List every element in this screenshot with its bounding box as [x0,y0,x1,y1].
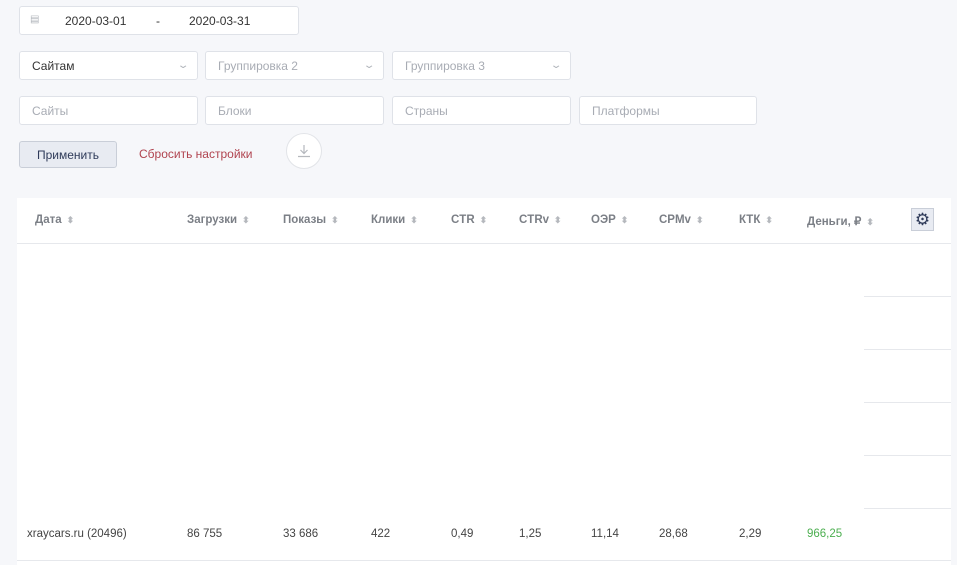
sort-icon[interactable]: ⬍ [480,215,488,225]
platforms-filter-input[interactable]: Платформы [579,96,757,125]
sort-icon[interactable]: ⬍ [765,215,773,225]
cell-ctr: 0,49 [451,528,474,540]
calendar-icon: ▤ [30,14,40,25]
divider [864,402,951,403]
cell-ktk: 2,29 [739,528,762,540]
cell-clicks: 422 [371,528,391,540]
sort-icon[interactable]: ⬍ [866,217,874,227]
grouping-1-value: Сайтам [32,58,75,73]
grouping-1-select[interactable]: Сайтам ⌄ [19,51,198,80]
cell-impressions: 33 686 [283,528,319,540]
column-cpmv[interactable]: CPMv ⬍ [659,214,704,226]
divider [864,296,951,297]
date-range-picker[interactable]: ▤ 2020-03-01 - 2020-03-31 [19,6,299,35]
column-oer[interactable]: ОЭР ⬍ [591,214,628,226]
column-ktk[interactable]: КТК ⬍ [739,214,773,226]
grouping-2-select[interactable]: Группировка 2 ⌄ [205,51,384,80]
chevron-down-icon: ⌄ [176,60,190,71]
column-clicks[interactable]: Клики ⬍ [371,214,418,226]
sites-filter-input[interactable]: Сайты [19,96,198,125]
divider [864,349,951,350]
grouping-3-placeholder: Группировка 3 [405,58,485,73]
cell-oer: 11,14 [591,528,619,540]
countries-filter-input[interactable]: Страны [392,96,571,125]
gear-icon: ⚙ [914,210,931,229]
grouping-3-select[interactable]: Группировка 3 ⌄ [392,51,571,80]
grouping-2-placeholder: Группировка 2 [218,58,298,73]
cell-cpmv: 28,68 [659,528,688,540]
sort-icon[interactable]: ⬍ [410,215,418,225]
cell-money: 966,25 [807,528,843,540]
column-date[interactable]: Дата ⬍ [35,214,74,226]
download-icon [298,145,310,158]
stats-table: Дата ⬍ Загрузки ⬍ Показы ⬍ Клики ⬍ CTR ⬍ CTRv… [17,198,951,565]
date-separator: - [156,13,160,28]
date-to: 2020-03-31 [189,13,251,28]
chevron-down-icon: ⌄ [549,60,563,71]
divider [864,455,951,456]
table-header: Дата ⬍ Загрузки ⬍ Показы ⬍ Клики ⬍ CTR ⬍ CTRv… [17,198,951,244]
sort-icon[interactable]: ⬍ [242,215,250,225]
chevron-down-icon: ⌄ [362,60,376,71]
column-ctrv[interactable]: CTRv ⬍ [519,214,562,226]
cell-loads: 86 755 [187,528,223,540]
column-loads[interactable]: Загрузки ⬍ [187,214,250,226]
apply-button[interactable]: Применить [19,141,117,168]
sort-icon[interactable]: ⬍ [696,215,704,225]
column-ctr[interactable]: CTR ⬍ [451,214,487,226]
sort-icon[interactable]: ⬍ [331,215,339,225]
platforms-placeholder: Платформы [592,103,660,118]
sites-placeholder: Сайты [32,103,69,118]
cell-site: xraycars.ru (20496) [27,528,127,540]
sort-icon[interactable]: ⬍ [554,215,562,225]
reset-settings-link[interactable]: Сбросить настройки [139,147,252,161]
table-settings-button[interactable]: ⚙ [911,208,934,231]
cell-ctrv: 1,25 [519,528,542,540]
divider [17,560,951,561]
divider [864,508,951,509]
blocks-filter-input[interactable]: Блоки [205,96,384,125]
sort-icon[interactable]: ⬍ [621,215,629,225]
sort-icon[interactable]: ⬍ [67,215,75,225]
column-impressions[interactable]: Показы ⬍ [283,214,339,226]
countries-placeholder: Страны [405,103,448,118]
column-money[interactable]: Деньги, ₽ ⬍ [807,214,874,228]
blocks-placeholder: Блоки [218,103,252,118]
date-from: 2020-03-01 [65,13,127,28]
download-button[interactable] [286,133,322,169]
